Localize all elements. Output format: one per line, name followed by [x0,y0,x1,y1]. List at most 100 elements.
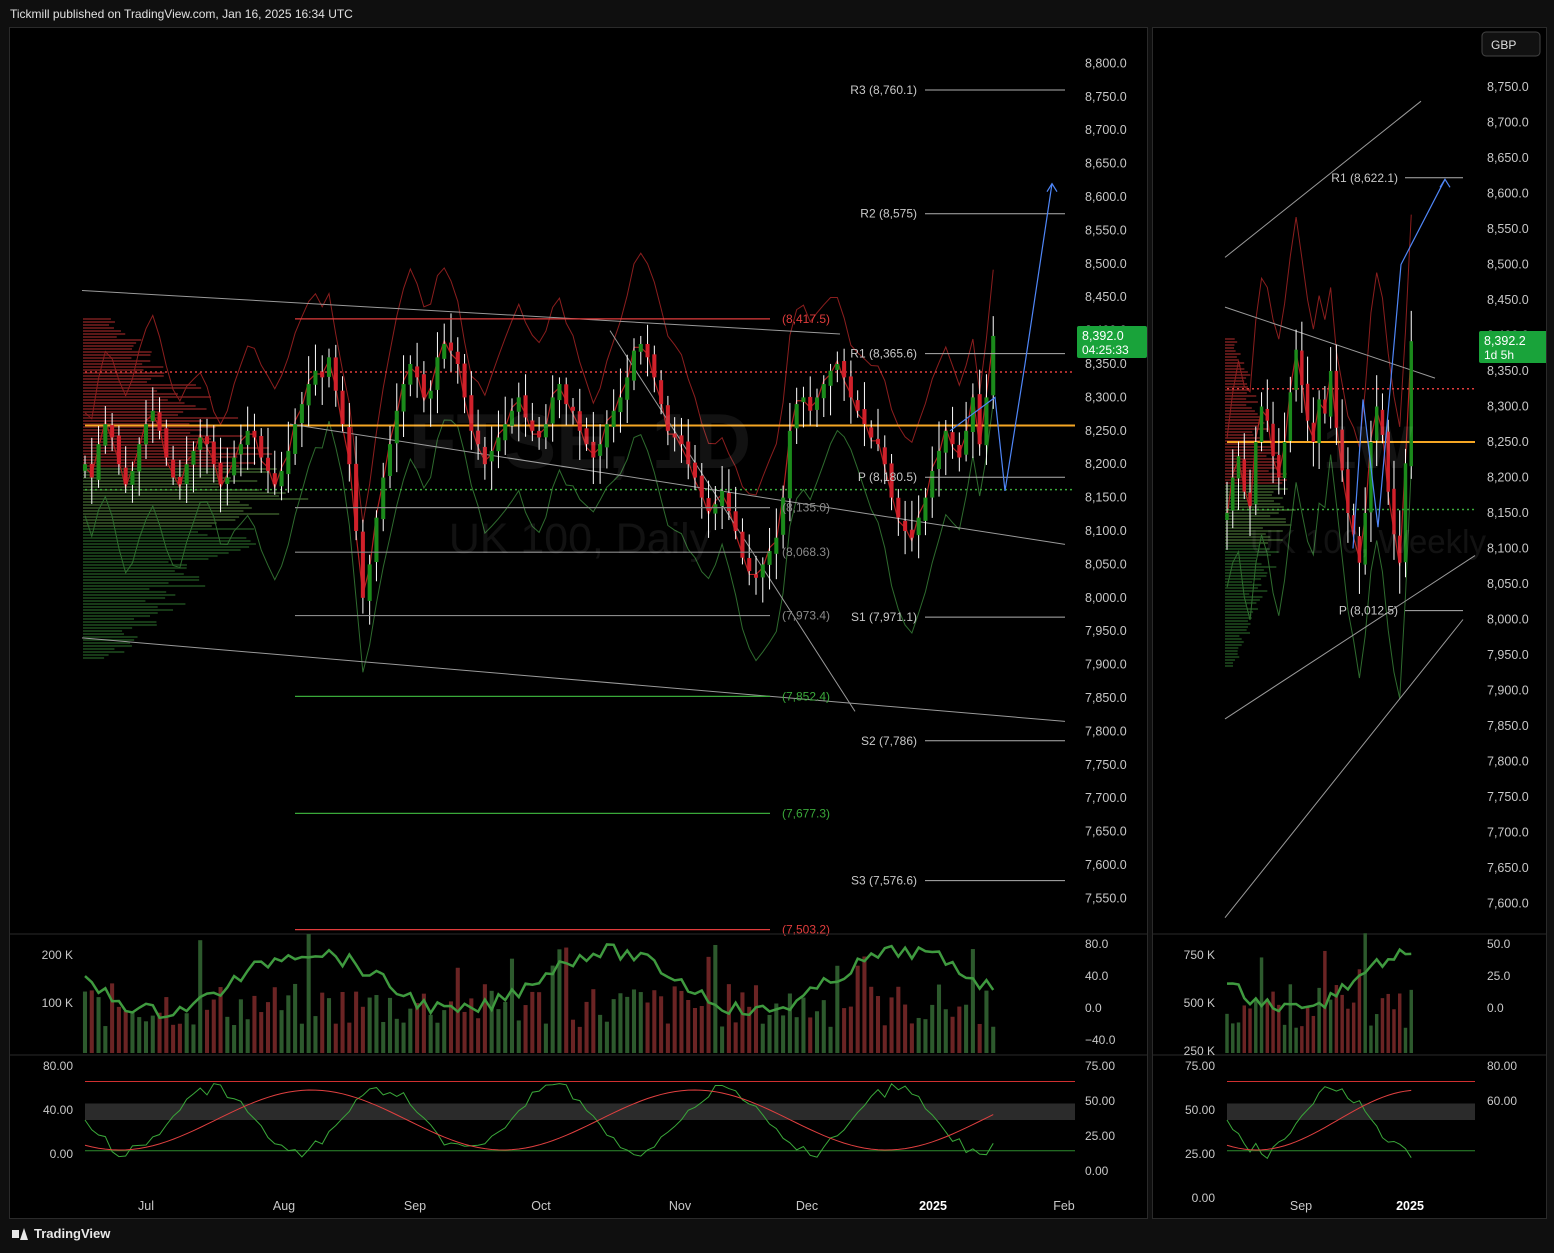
candle-body [238,444,243,455]
volume-profile-bar [1225,419,1262,421]
volume-bar [767,1014,772,1053]
candle-body [374,517,379,563]
candle-body [808,396,813,411]
candle-body [232,457,237,476]
volume-bar [692,1007,698,1053]
volume-profile-bar [1225,410,1255,412]
volume-profile-bar [1225,650,1238,652]
volume-profile-bar [83,552,229,554]
volume-bar [1363,933,1367,1053]
pivot-label: S3 (7,576.6) [851,874,917,888]
volume-bar [143,1021,149,1053]
time-axis-label: Sep [404,1199,426,1213]
candle-body [1277,454,1281,478]
volume-profile-bar [83,474,220,476]
candle-body [760,564,765,578]
volume-bar [882,1025,887,1053]
stochastic-axis-label: 80.00 [1487,1059,1517,1073]
volume-bar [516,1020,521,1053]
oscillator-axis-label: 0.0 [1487,1001,1504,1015]
volume-profile-bar [1225,635,1240,637]
volume-bar [875,996,881,1053]
candle-body [401,384,406,412]
daily-chart-panel[interactable]: 8,800.0 8,750.0 8,700.0 8,650.0 8,600.0 8,550… [9,27,1148,1219]
volume-bar [89,990,94,1053]
candle-body [198,437,203,450]
volume-profile-bar [1225,665,1233,667]
candle-body [991,335,996,396]
volume-profile-bar [83,615,151,617]
price-axis-label: 8,000.0 [1085,591,1127,605]
weekly-chart-panel[interactable]: 8,750.0 8,700.0 8,650.0 8,600.0 8,550.0 8,500… [1152,27,1549,1219]
volume-profile-bar [1225,356,1237,358]
fib-level-label: (7,503.2) [782,923,830,937]
volume-bar [360,1006,365,1053]
currency-button[interactable]: GBP [1481,31,1541,57]
price-axis-label: 8,200.0 [1487,471,1529,485]
candle-body [638,343,643,352]
volume-bar [1300,1026,1304,1053]
volume-profile-bar [83,576,200,578]
volume-profile-bar [83,480,258,482]
volume-profile-bar [83,432,191,434]
volume-bar [428,1014,433,1053]
volume-profile-bar [1225,470,1269,472]
candle-body [184,464,189,484]
trend-line [1224,306,1436,379]
volume-profile-bar [83,357,132,359]
volume-profile-bar [1225,359,1239,361]
candle-body [1282,442,1287,479]
candle-body [726,492,731,511]
volume-profile-bar [1225,641,1244,643]
volume-pane [82,934,996,1053]
price-axis-label: 8,450.0 [1487,293,1529,307]
volume-profile-bar [83,603,186,605]
stochastic-k-line [1226,1086,1412,1160]
daily-chart-svg[interactable]: 8,800.0 8,750.0 8,700.0 8,650.0 8,600.0 8,550… [10,28,1147,1218]
volume-profile-bar [1225,629,1247,631]
volume-profile-bar [1225,608,1258,610]
candle-body [706,498,711,511]
volume-profile-bar [1225,338,1235,340]
oscillator-axis-label: 40.0 [1085,969,1109,983]
volume-bar [889,997,894,1053]
candle-body [110,425,115,438]
volume-profile-bar [83,405,196,407]
volume-profile-bar [1225,350,1236,352]
volume-profile-bar [83,396,212,398]
watermark-name: UK 100, Daily [449,515,712,563]
volume-profile-bar [83,618,135,620]
candle-body [733,511,738,531]
fib-level-label: (8,068.3) [782,545,830,559]
volume-profile-bar [83,486,219,488]
volume-bar [686,999,691,1053]
volume-profile-bar [83,585,206,587]
weekly-chart-svg[interactable]: 8,750.0 8,700.0 8,650.0 8,600.0 8,550.0 8,500… [1153,28,1549,1218]
fib-level-label: (8,135.0) [782,501,830,515]
volume-bar [570,1019,576,1053]
price-axis-label: 8,350.0 [1487,364,1529,378]
volume-bar [435,1022,440,1053]
volume-bar [950,1016,955,1053]
volume-axis-label: 250 K [1184,1044,1215,1058]
volume-bar [299,1023,304,1053]
volume-bar [259,1012,264,1053]
volume-bar [103,1026,108,1053]
volume-profile-bar [83,360,151,362]
price-axis-label: 8,150.0 [1487,506,1529,520]
price-axis-label: 7,650.0 [1085,825,1127,839]
volume-profile-bar [1225,605,1247,607]
volume-bar [733,1022,738,1053]
tradingview-logo-icon [12,1227,28,1240]
volume-bar [354,991,359,1053]
volume-profile-bar [83,363,143,365]
candle-body [774,537,779,554]
candle-body [1317,399,1321,444]
candle-body [96,444,101,480]
volume-profile-bar [83,453,273,455]
volume-profile-bar [83,642,131,644]
price-axis-label: 8,350.0 [1085,357,1127,371]
time-axis-label: Dec [796,1199,818,1213]
volume-bar [462,1011,467,1053]
currency-button-label[interactable]: GBP [1491,38,1516,52]
